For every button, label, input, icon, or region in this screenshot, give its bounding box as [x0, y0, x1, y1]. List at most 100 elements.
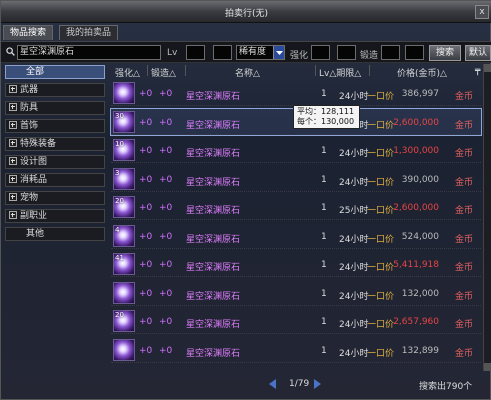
- item-gem-icon[interactable]: 20: [113, 310, 135, 332]
- sidebar-item-label: 副职业: [20, 211, 48, 221]
- stack-count: 20: [115, 311, 124, 319]
- sidebar-item-armor[interactable]: 防具: [5, 101, 105, 115]
- rarity-select[interactable]: 稀有度: [236, 45, 285, 60]
- search-input[interactable]: 星空深渊原石: [17, 45, 161, 60]
- expand-icon[interactable]: [9, 139, 17, 147]
- page-number: 1/79: [289, 379, 310, 389]
- chevron-down-icon[interactable]: [273, 46, 284, 59]
- currency-label: 金币: [454, 177, 473, 188]
- item-level: 1: [321, 231, 327, 242]
- tab-my-auctions[interactable]: 我的拍卖品: [59, 25, 119, 40]
- sidebar-item-label: 宠物: [20, 193, 39, 203]
- next-page-icon[interactable]: [314, 379, 321, 389]
- item-name: 星空深渊原石: [186, 206, 241, 216]
- col-refine[interactable]: 锻造△: [151, 66, 176, 79]
- col-enhance[interactable]: 强化△: [115, 66, 140, 79]
- sidebar-item-weapons[interactable]: 武器: [5, 83, 105, 97]
- expand-icon[interactable]: [9, 175, 17, 183]
- title-bar[interactable]: 拍卖行(无) x: [1, 1, 491, 23]
- table-row[interactable]: 10 +0 +0 星空深渊原石 1 24小时 一口价 1,300,000 金币: [111, 137, 481, 163]
- result-count: 搜索出790个: [419, 382, 473, 392]
- item-gem-icon[interactable]: 41: [113, 253, 135, 275]
- sidebar-item-consumables[interactable]: 消耗品: [5, 173, 105, 187]
- enhance-min-field[interactable]: [311, 45, 330, 60]
- scrollbar[interactable]: [483, 64, 491, 371]
- expand-icon[interactable]: [9, 157, 17, 165]
- col-name[interactable]: 名称△: [235, 66, 260, 79]
- table-row[interactable]: +0 +0 星空深渊原石 1 24小时 一口价 132,000 金币: [111, 280, 481, 306]
- stack-count: 30: [115, 111, 124, 120]
- auction-window: 拍卖行(无) x 物品搜索 我的拍卖品 星空深渊原石 Lv 稀有度 强化 锻造 …: [0, 0, 491, 400]
- expand-icon[interactable]: [9, 85, 17, 93]
- column-divider: [185, 65, 186, 76]
- refine-max-field[interactable]: [405, 45, 424, 60]
- item-name: 星空深渊原石: [186, 263, 241, 273]
- enhance-value: +0: [139, 345, 153, 356]
- lv-max-field[interactable]: [213, 45, 232, 60]
- col-price[interactable]: 价格(金币)△: [397, 66, 447, 79]
- price-value: 386,997: [401, 89, 439, 99]
- col-lv-term[interactable]: Lv△期限△: [319, 66, 361, 79]
- sidebar-item-subclass[interactable]: 副职业: [5, 209, 105, 223]
- item-gem-icon[interactable]: 4: [113, 224, 135, 247]
- buyout-label: 一口价: [367, 348, 395, 359]
- currency-label: 金币: [454, 234, 473, 245]
- time-remaining: 24小时: [339, 348, 369, 359]
- sidebar-item-label: 首饰: [20, 121, 39, 131]
- lv-min-field[interactable]: [186, 45, 205, 60]
- refine-value: +0: [159, 317, 173, 327]
- enhance-value: +0: [139, 288, 153, 299]
- price-value: 2,600,000: [393, 117, 439, 128]
- scroll-down-arrow[interactable]: [484, 363, 491, 371]
- sidebar-item-special-equipment[interactable]: 特殊装备: [5, 137, 105, 151]
- time-remaining: 24小时: [339, 177, 369, 188]
- sidebar-item-label: 全部: [26, 67, 45, 77]
- table-row[interactable]: 20 +0 +0 星空深渊原石 1 24小时 一口价 2,657,960 金币: [111, 308, 481, 334]
- item-gem-icon[interactable]: 30: [113, 110, 135, 133]
- column-divider: [369, 65, 370, 76]
- sidebar-item-jewelry[interactable]: 首饰: [5, 119, 105, 133]
- buyout-label: 一口价: [367, 120, 395, 131]
- refine-value: +0: [159, 288, 173, 299]
- expand-icon[interactable]: [9, 211, 17, 219]
- enhance-max-field[interactable]: [337, 45, 356, 60]
- sidebar-item-pets[interactable]: 宠物: [5, 191, 105, 205]
- refine-value: +0: [159, 117, 173, 128]
- column-divider: [315, 65, 316, 76]
- refine-min-field[interactable]: [381, 45, 400, 60]
- table-row[interactable]: +0 +0 星空深渊原石 1 24小时 一口价 386,997 金币: [111, 80, 481, 106]
- enhance-value: +0: [139, 117, 153, 128]
- prev-page-icon[interactable]: [269, 379, 276, 389]
- table-row[interactable]: 3 +0 +0 星空深渊原石 1 24小时 一口价 390,000 金币: [111, 166, 481, 192]
- sidebar-item-all[interactable]: 全部: [5, 65, 105, 79]
- table-row[interactable]: +0 +0 星空深渊原石 1 24小时 一口价 132,899 金币: [111, 337, 481, 363]
- enhance-value: +0: [139, 174, 153, 185]
- expand-icon[interactable]: [9, 193, 17, 201]
- stack-count: 4: [115, 225, 120, 234]
- item-gem-icon[interactable]: [113, 281, 135, 304]
- sidebar-item-blueprints[interactable]: 设计图: [5, 155, 105, 169]
- expand-icon[interactable]: [9, 121, 17, 129]
- tab-item-search[interactable]: 物品搜索: [3, 25, 54, 40]
- item-gem-icon[interactable]: [113, 338, 135, 361]
- item-name: 星空深渊原石: [186, 234, 241, 245]
- item-gem-icon[interactable]: [113, 82, 135, 104]
- item-gem-icon[interactable]: 10: [113, 139, 135, 161]
- table-row[interactable]: 41 +0 +0 星空深渊原石 1 24小时 一口价 5,411,918 金币: [111, 251, 481, 277]
- table-row[interactable]: 20 +0 +0 星空深渊原石 1 25小时 一口价 2,600,000 金币: [111, 194, 481, 220]
- enhance-value: +0: [139, 231, 153, 242]
- item-name: 星空深渊原石: [186, 291, 241, 302]
- item-gem-icon[interactable]: 3: [113, 167, 135, 190]
- close-button[interactable]: x: [475, 5, 489, 19]
- default-button[interactable]: 默认: [465, 45, 491, 61]
- scroll-up-arrow[interactable]: [484, 64, 491, 72]
- pin-icon[interactable]: ╤: [475, 66, 480, 76]
- expand-icon[interactable]: [9, 103, 17, 111]
- refine-value: +0: [159, 174, 173, 185]
- search-button[interactable]: 搜索: [429, 45, 461, 61]
- table-row[interactable]: 4 +0 +0 星空深渊原石 1 24小时 一口价 524,000 金币: [111, 223, 481, 249]
- item-gem-icon[interactable]: 20: [113, 196, 135, 218]
- sidebar-item-other[interactable]: 其他: [5, 227, 105, 241]
- enhance-value: +0: [139, 146, 153, 156]
- refine-value: +0: [159, 203, 173, 213]
